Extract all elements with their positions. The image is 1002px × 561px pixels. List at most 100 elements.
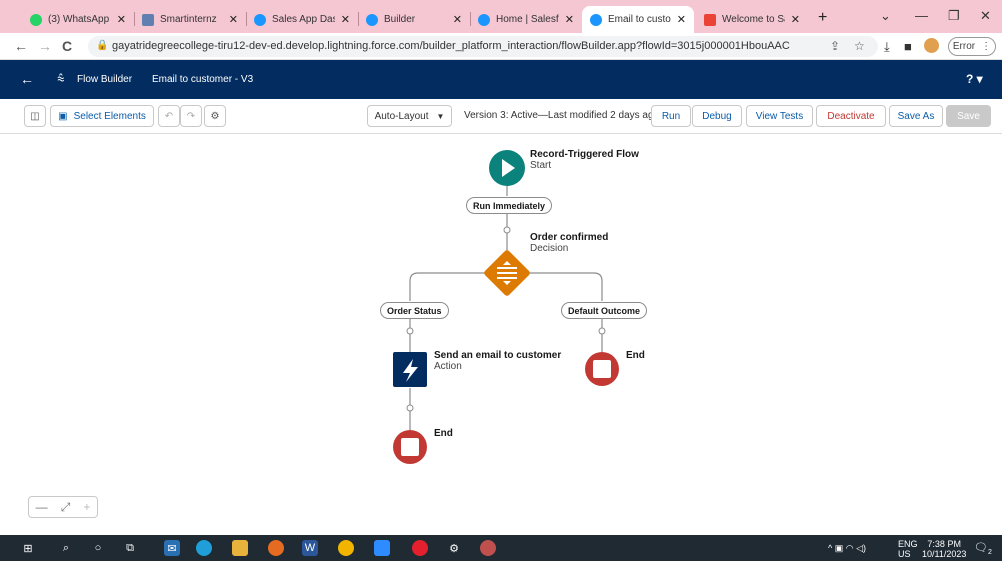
tab-search-icon[interactable]: ⌄ <box>880 8 891 24</box>
zoom-app-icon[interactable] <box>374 540 390 556</box>
windows-taskbar: ⊞ ⌕ ○ ⧉ ✉ W ⚙ ^ ▣ ◠ ◁) ENG US 7:38 PM 10… <box>0 535 1002 561</box>
action-node-label: Send an email to customer Action <box>434 350 562 372</box>
browser-tab-sales-app[interactable]: Sales App Dashb ✕ <box>246 6 358 33</box>
file-explorer-icon[interactable] <box>232 540 248 556</box>
task-view-icon[interactable]: ⧉ <box>122 540 138 556</box>
gear-icon: ⚙ <box>210 110 220 122</box>
flow-builder-logo-icon: ⩯ <box>57 71 65 86</box>
view-tests-button[interactable]: View Tests <box>746 105 813 127</box>
run-immediately-label[interactable]: Run Immediately <box>466 197 553 214</box>
reload-icon[interactable]: C <box>62 38 72 54</box>
run-button[interactable]: Run <box>651 105 691 127</box>
save-as-button[interactable]: Save As <box>889 105 943 127</box>
share-icon[interactable]: ⇪ <box>830 39 840 53</box>
decision-node-label: Order confirmed Decision <box>530 232 609 254</box>
browser-tab-smartinternz[interactable]: Smartinternz ✕ <box>134 6 246 33</box>
gmail-icon <box>704 13 716 26</box>
forward-arrow-icon[interactable]: → <box>38 38 52 54</box>
undo-button[interactable]: ↶ <box>158 105 180 127</box>
close-icon[interactable]: ✕ <box>229 13 238 26</box>
restore-icon[interactable]: ❐ <box>948 8 960 24</box>
url-text: gayatridegreecollege-tiru12-dev-ed.devel… <box>112 40 790 52</box>
new-tab-icon[interactable]: + <box>818 9 827 27</box>
back-arrow-icon[interactable]: ← <box>14 38 28 54</box>
browser-tab-builder[interactable]: Builder ✕ <box>358 6 470 33</box>
save-button[interactable]: Save <box>946 105 991 127</box>
stop-icon <box>593 360 611 378</box>
windows-start-icon[interactable]: ⊞ <box>20 540 36 556</box>
flow-canvas[interactable]: Record-Triggered Flow Start Run Immediat… <box>0 134 1002 535</box>
mail-icon[interactable]: ✉ <box>164 540 180 556</box>
settings-button[interactable]: ⚙ <box>204 105 226 127</box>
search-icon[interactable]: ⌕ <box>58 540 74 556</box>
close-icon[interactable]: ✕ <box>565 13 574 26</box>
decision-node[interactable] <box>483 249 531 297</box>
notification-icon[interactable]: 🗨2 <box>974 541 992 556</box>
end-node-right[interactable] <box>585 352 619 386</box>
undo-icon: ↶ <box>164 110 174 122</box>
firefox-icon[interactable] <box>268 540 284 556</box>
window-close-icon[interactable]: ✕ <box>980 8 991 24</box>
close-icon[interactable]: ✕ <box>453 13 462 26</box>
redo-button[interactable]: ↷ <box>180 105 202 127</box>
salesforce-cloud-icon <box>590 13 602 26</box>
close-icon[interactable]: ✕ <box>791 13 800 26</box>
outcome-default[interactable]: Default Outcome <box>561 302 648 319</box>
download-icon[interactable]: ⤓ <box>884 39 890 55</box>
close-icon[interactable]: ✕ <box>341 13 350 26</box>
zoom-out-icon[interactable]: — <box>36 500 48 514</box>
browser-tab-whatsapp[interactable]: (3) WhatsApp ✕ <box>22 6 134 33</box>
back-arrow-icon[interactable]: ← <box>20 71 34 87</box>
help-menu-button[interactable]: ? ▾ <box>966 72 983 86</box>
flow-name: Email to customer - V3 <box>152 74 254 85</box>
layout-select[interactable]: Auto-Layout ▼ <box>367 105 452 127</box>
chrome-profile-icon[interactable] <box>480 540 496 556</box>
app-name: Flow Builder <box>77 74 133 85</box>
version-status: Version 3: Active—Last modified 2 days a… <box>464 110 660 121</box>
close-icon[interactable]: ✕ <box>677 13 686 26</box>
outcome-order-status[interactable]: Order Status <box>380 302 449 319</box>
flow-builder-header: ← ⩯ Flow Builder Email to customer - V3 … <box>0 60 1002 99</box>
debug-button[interactable]: Debug <box>692 105 742 127</box>
opera-icon[interactable] <box>412 540 428 556</box>
edge-icon[interactable] <box>196 540 212 556</box>
start-node[interactable] <box>489 150 525 186</box>
add-element-connector <box>503 226 511 234</box>
minimize-icon[interactable]: — <box>915 8 928 23</box>
zoom-in-icon[interactable]: + <box>83 500 90 514</box>
salesforce-cloud-icon <box>366 13 378 26</box>
word-icon[interactable]: W <box>302 540 318 556</box>
address-bar: ← → C 🔒 gayatridegreecollege-tiru12-dev-… <box>0 33 1002 60</box>
close-icon[interactable]: ✕ <box>117 13 126 26</box>
browser-tab-home-salesforce[interactable]: Home | Salesforc ✕ <box>470 6 582 33</box>
redo-icon: ↷ <box>186 110 196 122</box>
action-node[interactable] <box>393 352 427 387</box>
stop-icon <box>401 438 419 456</box>
error-button[interactable]: Error ⋮ <box>948 37 996 56</box>
deactivate-button[interactable]: Deactivate <box>816 105 886 127</box>
language-indicator[interactable]: ENG US <box>898 539 918 559</box>
zoom-controls: — ⤢ + <box>28 496 98 518</box>
clock[interactable]: 7:38 PM 10/11/2023 <box>922 539 966 559</box>
smartinternz-icon <box>142 13 154 26</box>
tray-icons[interactable]: ^ ▣ ◠ ◁) <box>828 543 866 554</box>
flow-connectors <box>393 150 619 464</box>
bookmark-star-icon[interactable]: ☆ <box>854 39 865 53</box>
browser-tab-gmail[interactable]: Welcome to Sale ✕ <box>696 6 808 33</box>
url-field[interactable]: 🔒 gayatridegreecollege-tiru12-dev-ed.dev… <box>88 36 878 57</box>
toolbar: ◫ ▣ Select Elements ↶ ↷ ⚙ Auto-Layout ▼ … <box>0 99 1002 134</box>
cortana-icon[interactable]: ○ <box>90 540 106 556</box>
whatsapp-icon <box>30 13 42 26</box>
fit-to-view-icon[interactable]: ⤢ <box>61 500 71 515</box>
sidepanel-icon[interactable]: ■ <box>904 39 912 54</box>
browser-tab-email-to-customer[interactable]: Email to custom ✕ <box>582 6 694 33</box>
end-node-left[interactable] <box>393 430 427 464</box>
toggle-panel-button[interactable]: ◫ <box>24 105 46 127</box>
profile-avatar-icon[interactable] <box>924 38 939 53</box>
add-element-connector <box>598 327 606 335</box>
add-element-connector <box>406 404 414 412</box>
select-elements-button[interactable]: ▣ Select Elements <box>50 105 154 127</box>
chrome-icon[interactable] <box>338 540 354 556</box>
settings-gear-icon[interactable]: ⚙ <box>446 540 462 556</box>
salesforce-cloud-icon <box>254 13 266 26</box>
